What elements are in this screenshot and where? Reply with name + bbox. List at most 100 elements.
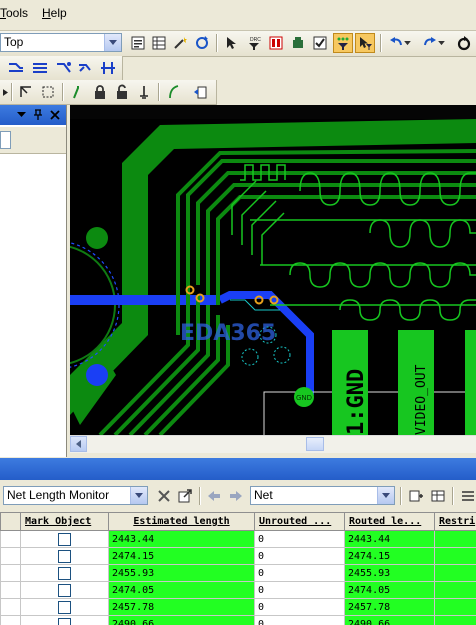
grid-icon (431, 490, 445, 502)
move-button[interactable] (16, 82, 36, 102)
wand-button[interactable] (170, 33, 190, 53)
select-filter-button[interactable] (355, 33, 375, 53)
add-net-button[interactable] (406, 486, 426, 506)
redraw-button[interactable] (454, 33, 474, 53)
route-tool-3-button[interactable] (54, 58, 74, 78)
table-row[interactable]: 2474.05 0 2474.05 (0, 581, 476, 599)
back-button[interactable] (204, 486, 224, 506)
mark-checkbox[interactable] (58, 532, 71, 546)
unrouted-cell: 0 (254, 581, 345, 599)
row-header[interactable] (0, 530, 21, 548)
remove-net-button[interactable] (428, 486, 448, 506)
scroll-thumb[interactable] (306, 437, 324, 451)
canvas-hscrollbar[interactable] (70, 435, 476, 453)
filter-icon: DRC (249, 37, 261, 50)
mark-checkbox[interactable] (58, 617, 71, 625)
mark-checkbox[interactable] (58, 549, 71, 563)
select-button[interactable] (222, 33, 242, 53)
row-header[interactable] (0, 564, 21, 582)
table-row[interactable]: 2474.15 0 2474.15 (0, 547, 476, 565)
list-button[interactable] (458, 486, 476, 506)
col-mark-object[interactable]: Mark Object (20, 512, 109, 531)
redo-dropdown[interactable] (436, 33, 446, 53)
unrouted-cell: 0 (254, 530, 345, 548)
verify-button[interactable] (310, 33, 330, 53)
forward-button[interactable] (226, 486, 246, 506)
table-row[interactable]: 2457.78 0 2457.78 (0, 598, 476, 616)
arc-button[interactable] (164, 82, 184, 102)
estimated-length-cell: 2474.05 (108, 581, 255, 599)
toolbar-main: Top DRC (0, 31, 476, 57)
panel-view-button[interactable] (0, 131, 11, 149)
layer-select[interactable]: Top (0, 33, 122, 52)
route-tool-4-button[interactable] (76, 58, 96, 78)
table-row[interactable]: 2443.44 0 2443.44 (0, 530, 476, 548)
watermark: EDA365 (180, 321, 276, 346)
clear-button[interactable] (154, 486, 174, 506)
area-select-button[interactable] (38, 82, 58, 102)
toolbar-editing (0, 80, 217, 105)
col-routed-length[interactable]: Routed le... (344, 512, 435, 531)
toolbar-routing (0, 56, 123, 81)
table-row[interactable]: 2490.66 0 2490.66 (0, 615, 476, 625)
estimated-length-cell: 2455.93 (108, 564, 255, 582)
unlock-button[interactable] (112, 82, 132, 102)
layout-button[interactable] (266, 33, 286, 53)
menu-bar: Tools Help (0, 0, 476, 31)
diff-pair-icon (33, 63, 47, 73)
net-filter-icon (337, 37, 349, 50)
fanout-icon (57, 62, 71, 73)
spreadsheet-button[interactable] (149, 33, 169, 53)
close-icon (158, 490, 170, 502)
routed-length-cell: 2443.44 (344, 530, 435, 548)
route-tool-5-button[interactable] (98, 58, 118, 78)
toolbar-separator (158, 83, 159, 101)
menu-tools[interactable]: Tools (0, 6, 28, 20)
drc-filter-button[interactable]: DRC (244, 33, 264, 53)
mark-checkbox[interactable] (58, 583, 71, 597)
anchor-button[interactable] (134, 82, 154, 102)
col-restrict[interactable]: Restri (434, 512, 476, 531)
svg-text:DRC: DRC (250, 37, 261, 43)
area-icon (42, 86, 54, 98)
route-tool-1-button[interactable] (6, 58, 26, 78)
row-header[interactable] (0, 598, 21, 616)
toolbar-separator (380, 34, 381, 52)
table-row[interactable]: 2455.93 0 2455.93 (0, 564, 476, 582)
mark-checkbox[interactable] (58, 600, 71, 614)
chevron-down-icon[interactable] (17, 112, 26, 118)
close-icon[interactable] (50, 110, 60, 120)
row-header[interactable] (0, 581, 21, 599)
routed-length-cell: 2455.93 (344, 564, 435, 582)
menu-help[interactable]: Help (42, 6, 67, 20)
refresh-icon (196, 36, 208, 49)
refresh-button[interactable] (192, 33, 212, 53)
net-highlight-button[interactable] (333, 33, 353, 53)
row-header[interactable] (0, 547, 21, 565)
unrouted-cell: 0 (254, 547, 345, 565)
add-trace-button[interactable] (68, 82, 88, 102)
monitor-select[interactable]: Net Length Monitor (3, 486, 148, 505)
toolbar-arrow[interactable] (0, 82, 10, 102)
pin-icon[interactable] (33, 109, 43, 121)
mark-checkbox[interactable] (58, 566, 71, 580)
list-icon (462, 491, 474, 501)
estimated-length-cell: 2474.15 (108, 547, 255, 565)
export-button[interactable] (175, 486, 195, 506)
row-header[interactable] (0, 615, 21, 625)
col-estimated-length[interactable]: Estimated length (108, 512, 255, 531)
component-button[interactable] (288, 33, 308, 53)
restrict-cell (434, 581, 476, 599)
pcb-canvas[interactable]: GND 1:GND VIDEO_OUT EDA365 (70, 105, 476, 435)
properties-button[interactable] (128, 33, 148, 53)
grid-header-row: Mark Object Estimated length Unrouted ..… (0, 512, 476, 531)
layer-pair-button[interactable] (190, 82, 210, 102)
undo-dropdown[interactable] (402, 33, 412, 53)
scroll-left-button[interactable] (70, 436, 87, 452)
route-tool-2-button[interactable] (30, 58, 50, 78)
trace-icon (73, 86, 79, 99)
filter-select[interactable]: Net (250, 486, 395, 505)
lock-button[interactable] (90, 82, 110, 102)
col-unrouted[interactable]: Unrouted ... (254, 512, 345, 531)
estimated-length-cell: 2457.78 (108, 598, 255, 616)
